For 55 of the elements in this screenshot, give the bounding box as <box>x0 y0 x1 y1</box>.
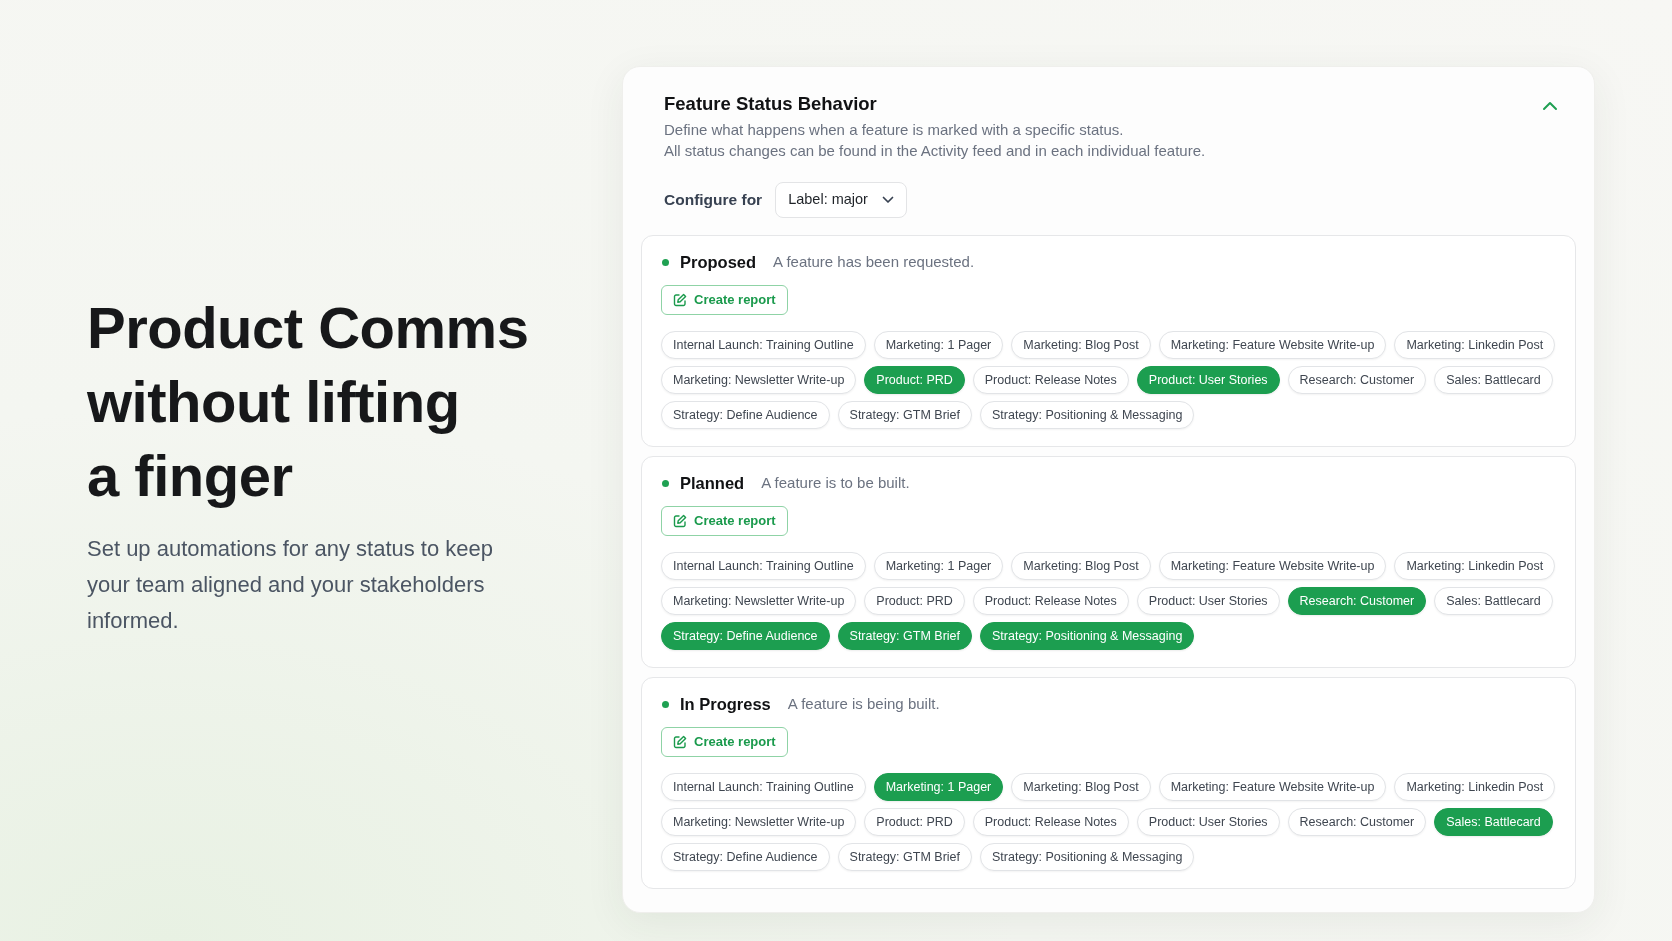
template-tag[interactable]: Marketing: Linkedin Post <box>1394 552 1556 580</box>
template-tag[interactable]: Product: Release Notes <box>972 808 1129 836</box>
template-tag[interactable]: Marketing: 1 Pager <box>873 331 1004 359</box>
panel-description: All status changes can be found in the Activity feed and in each individual feature. <box>664 141 1207 161</box>
status-name: In Progress <box>680 693 771 715</box>
label-select[interactable]: Label: major <box>775 182 907 218</box>
template-tag[interactable]: Marketing: Newsletter Write-up <box>661 366 857 394</box>
status-name: Planned <box>680 472 745 494</box>
template-tag[interactable]: Marketing: Blog Post <box>1011 552 1151 580</box>
template-tag[interactable]: Strategy: Positioning & Messaging <box>980 843 1195 871</box>
hero-heading: Product Comms without lifting a finger <box>87 293 529 510</box>
template-tag[interactable]: Product: Release Notes <box>972 366 1129 394</box>
chevron-up-icon <box>1542 99 1558 113</box>
status-description: A feature has been requested. <box>773 251 975 272</box>
template-tag[interactable]: Research: Customer <box>1287 808 1427 836</box>
configure-label: Configure for <box>664 190 763 211</box>
template-tag[interactable]: Marketing: Blog Post <box>1011 331 1151 359</box>
template-tag[interactable]: Marketing: Feature Website Write-up <box>1158 552 1387 580</box>
status-description: A feature is being built. <box>787 693 940 714</box>
template-tag[interactable]: Marketing: Blog Post <box>1011 773 1151 801</box>
template-tag[interactable]: Marketing: Feature Website Write-up <box>1158 773 1387 801</box>
template-tag[interactable]: Marketing: 1 Pager <box>873 552 1004 580</box>
template-tag[interactable]: Marketing: Linkedin Post <box>1394 331 1556 359</box>
edit-icon <box>673 514 687 528</box>
template-tag[interactable]: Marketing: Feature Website Write-up <box>1158 331 1387 359</box>
create-report-button[interactable]: Create report <box>661 285 788 315</box>
template-tag[interactable]: Internal Launch: Training Outline <box>661 552 866 580</box>
edit-icon <box>673 735 687 749</box>
template-tag[interactable]: Product: User Stories <box>1136 808 1280 836</box>
template-tag[interactable]: Research: Customer <box>1287 366 1427 394</box>
template-tag[interactable]: Product: PRD <box>864 587 965 615</box>
template-tag[interactable]: Strategy: GTM Brief <box>837 401 972 429</box>
status-description: A feature is to be built. <box>761 472 910 493</box>
panel-title: Feature Status Behavior <box>664 92 877 116</box>
chevron-down-icon <box>881 196 894 204</box>
create-report-button[interactable]: Create report <box>661 506 788 536</box>
template-tag[interactable]: Marketing: Linkedin Post <box>1394 773 1556 801</box>
template-tag[interactable]: Sales: Battlecard <box>1434 587 1553 615</box>
template-tag[interactable]: Internal Launch: Training Outline <box>661 331 866 359</box>
template-tag[interactable]: Strategy: Define Audience <box>661 401 830 429</box>
status-name: Proposed <box>680 251 757 273</box>
template-tag[interactable]: Marketing: Newsletter Write-up <box>661 587 857 615</box>
template-tag[interactable]: Product: User Stories <box>1136 587 1280 615</box>
template-tag[interactable]: Marketing: Newsletter Write-up <box>661 808 857 836</box>
template-tag[interactable]: Strategy: Define Audience <box>661 843 830 871</box>
template-tag[interactable]: Internal Launch: Training Outline <box>661 773 866 801</box>
hero-description: Set up automations for any status to keep your team aligned and your stakeholders informed. <box>87 534 495 635</box>
template-tag[interactable]: Strategy: GTM Brief <box>837 843 972 871</box>
template-tag[interactable]: Product: PRD <box>864 808 965 836</box>
template-tag[interactable]: Sales: Battlecard <box>1434 366 1553 394</box>
panel-description: Define what happens when a feature is marked with a specific status. <box>664 120 1125 140</box>
create-report-button[interactable]: Create report <box>661 727 788 757</box>
template-tag[interactable]: Product: Release Notes <box>972 587 1129 615</box>
template-tag[interactable]: Strategy: Positioning & Messaging <box>980 401 1195 429</box>
edit-icon <box>673 293 687 307</box>
